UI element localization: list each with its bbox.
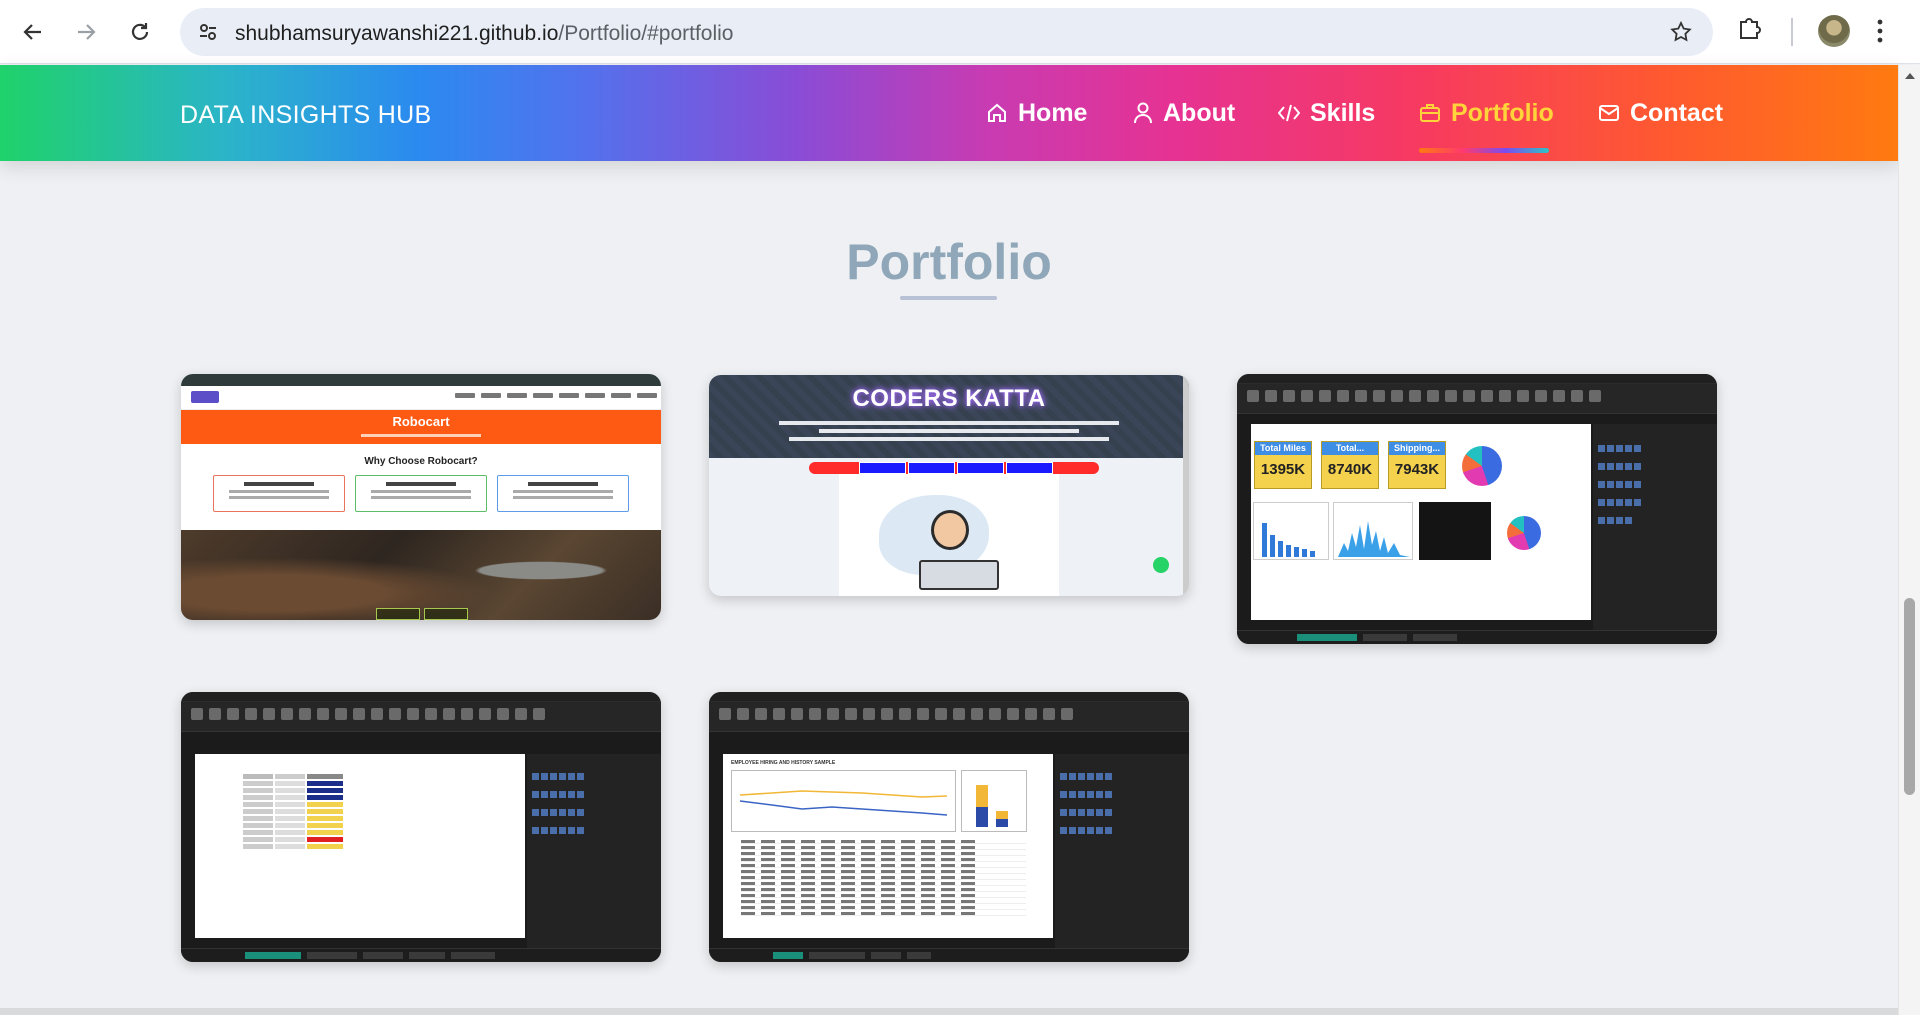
section-title: Portfolio: [846, 234, 1052, 290]
robocart-feature-box: [355, 475, 487, 512]
address-bar[interactable]: shubhamsuryawanshi221.github.io/Portfoli…: [180, 8, 1713, 56]
project-card-employee-hiring[interactable]: EMPLOYEE HIRING AND HISTORY SAMPLE: [709, 692, 1189, 962]
report-canvas: EMPLOYEE HIRING AND HISTORY SAMPLE: [723, 754, 1053, 938]
url-text: shubhamsuryawanshi221.github.io/Portfoli…: [235, 22, 734, 46]
coder-illustration: [931, 510, 969, 550]
screenshot-scrollbar: [1183, 375, 1189, 596]
screenshot-site-nav: [181, 386, 661, 410]
robocart-hero-photo: [181, 530, 661, 620]
robocart-login-button: [376, 608, 420, 620]
bookmark-star-icon[interactable]: [1669, 20, 1693, 44]
visualizations-pane: [1055, 754, 1189, 948]
site-settings-icon[interactable]: [198, 22, 218, 42]
profile-avatar[interactable]: [1818, 15, 1850, 47]
url-path: /Portfolio/#portfolio: [558, 22, 734, 45]
robocart-title: Robocart: [392, 414, 450, 429]
code-icon: [1278, 104, 1300, 122]
reload-icon: [131, 23, 149, 40]
more-menu-icon[interactable]: [1876, 16, 1884, 46]
project-card-transport-dashboard[interactable]: Total Miles 1395K Total... 8740K Shipping.…: [1237, 374, 1717, 644]
coders-katta-title: CODERS KATTA: [852, 385, 1046, 412]
page-tabs: [709, 948, 1189, 962]
robocart-feature-box: [497, 475, 629, 512]
site-header: DATA INSIGHTS HUB Home About Skills Port…: [0, 65, 1898, 161]
toolbar-divider: [1791, 18, 1793, 46]
screenshot-browser-bar: [181, 374, 661, 386]
project-card-coders-katta[interactable]: CODERS KATTA: [709, 375, 1189, 596]
page-tabs: [181, 948, 661, 962]
robocart-hero: Robocart: [181, 410, 661, 444]
kpi-card: Shipping... 7943K: [1388, 441, 1446, 489]
arrow-right-icon: [78, 24, 96, 40]
bar-chart: [1253, 502, 1329, 560]
extensions-icon[interactable]: [1735, 14, 1763, 42]
pie-chart: [1462, 446, 1502, 486]
report-canvas: [195, 754, 525, 938]
active-nav-underline: [1419, 148, 1549, 153]
browser-toolbar: shubhamsuryawanshi221.github.io/Portfoli…: [0, 0, 1920, 64]
project-card-robocart[interactable]: Robocart Why Choose Robocart?: [181, 374, 661, 620]
matrix-table: [741, 838, 1026, 916]
table-visual: [243, 774, 343, 851]
powerbi-ribbon: [181, 702, 661, 732]
scroll-up-arrow-icon[interactable]: [1905, 73, 1915, 79]
project-card-student-survey[interactable]: [181, 692, 661, 962]
arrow-left-icon: [23, 24, 41, 40]
nav-skills[interactable]: Skills: [1278, 65, 1375, 161]
robocart-register-button: [424, 608, 468, 620]
page-scrollbar[interactable]: [1898, 65, 1920, 1015]
back-button[interactable]: [15, 14, 51, 50]
nav-portfolio[interactable]: Portfolio: [1419, 65, 1554, 161]
nav-skills-label: Skills: [1310, 98, 1376, 127]
site-brand[interactable]: DATA INSIGHTS HUB: [180, 101, 431, 130]
visualizations-pane: [1593, 424, 1717, 630]
url-domain: shubhamsuryawanshi221.github.io: [235, 22, 559, 45]
map-visual: [1419, 502, 1491, 560]
briefcase-icon: [1420, 104, 1440, 122]
nav-home[interactable]: Home: [986, 65, 1087, 161]
visualizations-pane: [527, 754, 661, 948]
line-chart: [731, 770, 956, 832]
nav-contact[interactable]: Contact: [1598, 65, 1723, 161]
home-icon: [988, 103, 1006, 122]
coders-katta-hero: CODERS KATTA: [709, 375, 1189, 458]
powerbi-ribbon: [709, 702, 1189, 732]
section-title-underline: [900, 296, 997, 300]
user-icon: [1134, 102, 1152, 124]
nav-about-label: About: [1163, 98, 1236, 127]
robocart-feature-box: [213, 475, 345, 512]
forward-button[interactable]: [68, 14, 104, 50]
stacked-column-chart: [961, 770, 1027, 832]
nav-home-label: Home: [1018, 98, 1088, 127]
nav-portfolio-label: Portfolio: [1451, 98, 1554, 127]
nav-about[interactable]: About: [1133, 65, 1235, 161]
area-chart: [1333, 502, 1413, 560]
robocart-logo: [191, 391, 219, 403]
bottom-strip: [0, 1008, 1898, 1015]
kpi-card: Total Miles 1395K: [1254, 441, 1312, 489]
robocart-heading: Why Choose Robocart?: [364, 456, 478, 467]
scrollbar-thumb[interactable]: [1904, 598, 1915, 795]
mail-icon: [1599, 105, 1619, 121]
whatsapp-icon: [1153, 557, 1169, 573]
laptop-illustration: [919, 560, 999, 590]
page-tabs: [1237, 630, 1717, 644]
report-title: EMPLOYEE HIRING AND HISTORY SAMPLE: [731, 760, 836, 766]
nav-contact-label: Contact: [1630, 98, 1724, 127]
reload-button[interactable]: [122, 14, 158, 50]
powerbi-ribbon: [1237, 384, 1717, 414]
pie-chart: [1507, 516, 1541, 550]
kpi-card: Total... 8740K: [1321, 441, 1379, 489]
